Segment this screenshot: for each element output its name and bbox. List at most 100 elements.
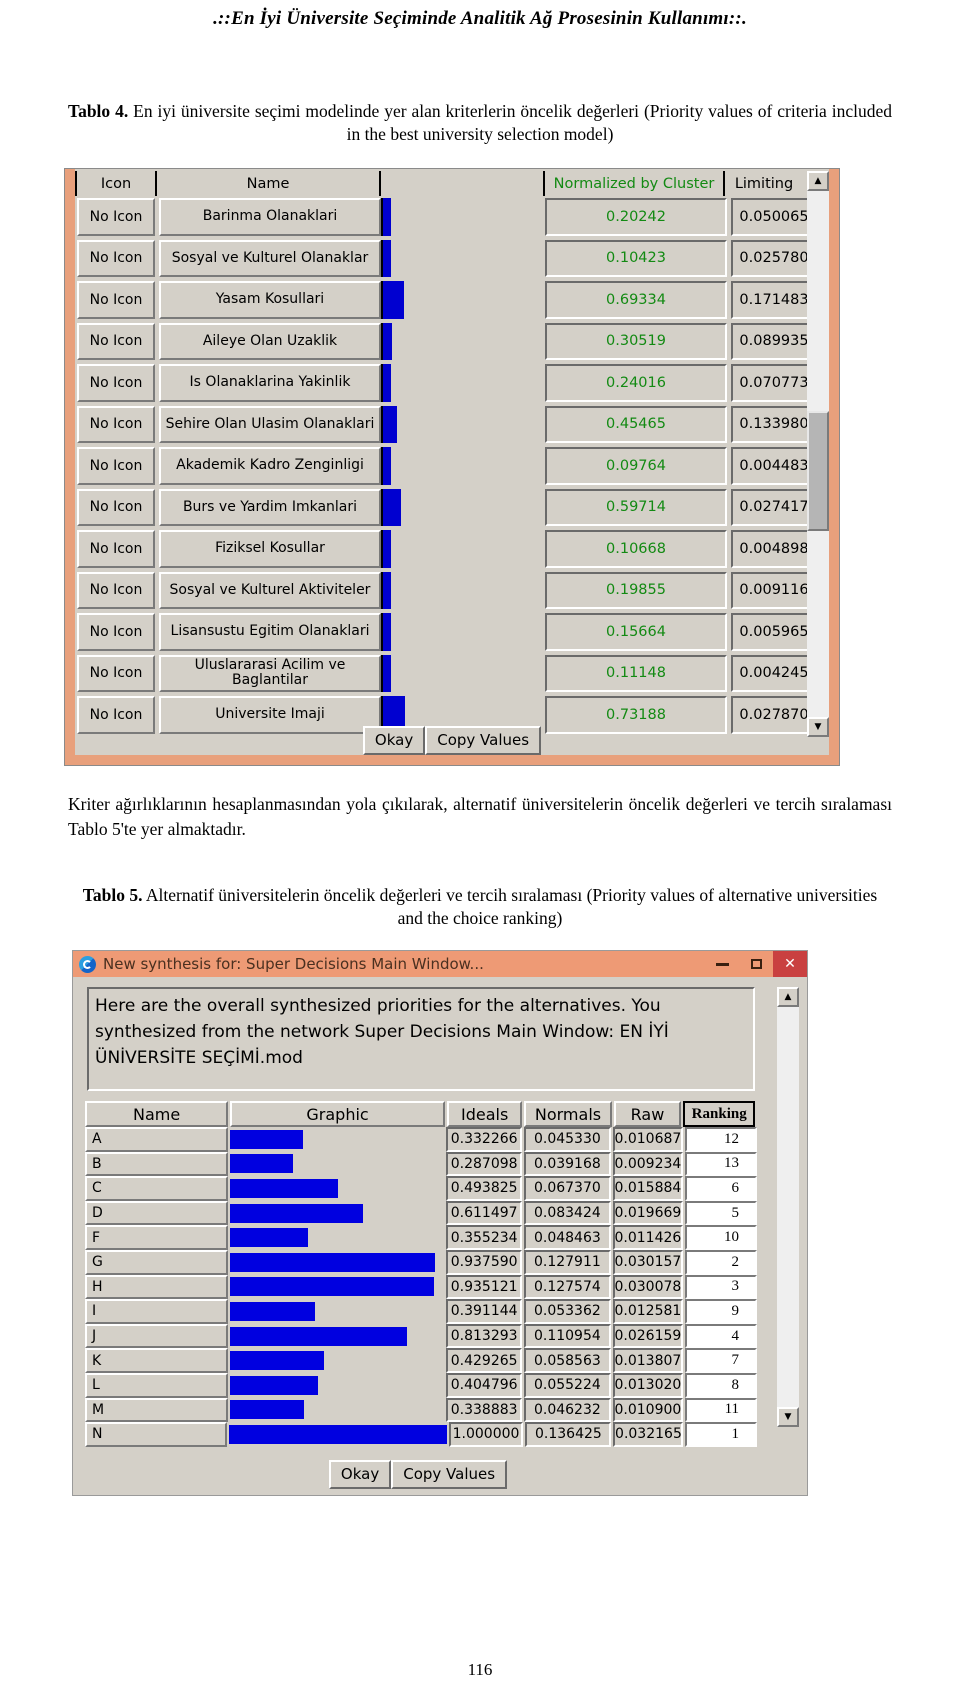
- cell-spacer: [413, 321, 545, 363]
- cell-criterion-name: Burs ve Yardim Imkanlari: [159, 488, 381, 526]
- cell-ideals: 0.935121: [446, 1274, 522, 1300]
- column-header-raw[interactable]: Raw: [613, 1101, 682, 1127]
- alternatives-table: Name Graphic Ideals Normals Raw Ranking …: [85, 1101, 758, 1447]
- close-button[interactable]: ✕: [773, 951, 807, 977]
- scroll-up-arrow-icon[interactable]: ▲: [777, 987, 799, 1007]
- synthesis-scrollbar[interactable]: ▲ ▼: [777, 987, 799, 1427]
- table-row[interactable]: L 0.404796 0.055224 0.013020 8: [85, 1372, 758, 1398]
- scroll-thumb[interactable]: [807, 411, 829, 531]
- column-header-limiting[interactable]: Limiting: [723, 171, 803, 196]
- cell-spacer: [413, 611, 545, 653]
- cell-bar-graphic: [230, 1176, 445, 1201]
- cell-bar-graphic: [381, 613, 413, 651]
- cell-icon: No Icon: [77, 281, 155, 319]
- cell-ranking: 3: [684, 1274, 758, 1300]
- column-header-normalized-by-cluster[interactable]: Normalized by Cluster: [543, 171, 723, 196]
- table-row[interactable]: No Icon Fiziksel Kosullar 0.10668 0.004898: [75, 528, 831, 570]
- column-header-name[interactable]: Name: [155, 171, 379, 196]
- okay-button[interactable]: Okay: [328, 1460, 392, 1489]
- cell-normalized-by-cluster: 0.69334: [545, 281, 727, 319]
- table-row[interactable]: D 0.611497 0.083424 0.019669 5: [85, 1200, 758, 1226]
- criteria-table-header: Icon Name Normalized by Cluster Limiting: [75, 171, 831, 196]
- column-header-normals[interactable]: Normals: [524, 1101, 612, 1127]
- table-row[interactable]: A 0.332266 0.045330 0.010687 12: [85, 1127, 758, 1152]
- table-row[interactable]: No Icon Aileye Olan Uzaklik 0.30519 0.08993…: [75, 321, 831, 363]
- cell-normals: 0.127911: [523, 1249, 611, 1275]
- cell-alternative-name: G: [85, 1249, 229, 1275]
- table-row[interactable]: No Icon Uluslararasi Acilim ve Baglantila…: [75, 653, 831, 695]
- cell-criterion-name: Aileye Olan Uzaklik: [159, 322, 381, 360]
- cell-criterion-name: Fiziksel Kosullar: [159, 530, 381, 568]
- column-header-name[interactable]: Name: [85, 1101, 229, 1127]
- table-row[interactable]: K 0.429265 0.058563 0.013807 7: [85, 1348, 758, 1373]
- column-header-ideals[interactable]: Ideals: [446, 1101, 523, 1127]
- cell-ranking: 7: [684, 1348, 758, 1373]
- cell-icon: No Icon: [77, 322, 155, 360]
- table-row[interactable]: No Icon Burs ve Yardim Imkanlari 0.59714 0.…: [75, 487, 831, 529]
- table5-caption: Tablo 5. Alternatif üniversitelerin önce…: [68, 884, 892, 930]
- table-row[interactable]: N 1.000000 0.136425 0.032165 1: [85, 1422, 757, 1447]
- cell-alternative-name: M: [85, 1397, 229, 1423]
- cell-bar-graphic: [230, 1397, 445, 1423]
- cell-alternative-name: H: [85, 1274, 229, 1300]
- priorities-scrollbar[interactable]: ▲ ▼: [807, 171, 829, 737]
- cell-normalized-by-cluster: 0.10423: [545, 239, 727, 277]
- table-row[interactable]: No Icon Sosyal ve Kulturel Olanaklar 0.104…: [75, 238, 831, 280]
- cell-criterion-name: Uluslararasi Acilim ve Baglantilar: [159, 654, 381, 692]
- cell-bar-graphic: [228, 1422, 447, 1447]
- table-row[interactable]: J 0.813293 0.110954 0.026159 4: [85, 1323, 758, 1349]
- table-row[interactable]: No Icon Akademik Kadro Zenginligi 0.09764 0…: [75, 445, 831, 487]
- bar-fill: [230, 1400, 305, 1420]
- minimize-button[interactable]: [705, 951, 739, 977]
- criteria-table: Icon Name Normalized by Cluster Limiting…: [75, 171, 831, 737]
- cell-bar-graphic: [381, 198, 413, 236]
- cell-raw: 0.019669: [612, 1200, 683, 1226]
- cell-limiting: 0.050065: [731, 198, 817, 236]
- cell-alternative-name: B: [85, 1151, 229, 1177]
- cell-spacer: [413, 487, 545, 529]
- cell-bar-graphic: [230, 1348, 445, 1373]
- table-row[interactable]: M 0.338883 0.046232 0.010900 11: [85, 1397, 758, 1423]
- table-row[interactable]: No Icon Sehire Olan Ulasim Olanaklari 0.45…: [75, 404, 831, 446]
- okay-button[interactable]: Okay: [362, 726, 426, 755]
- table-row[interactable]: No Icon Yasam Kosullari 0.69334 0.171483: [75, 279, 831, 321]
- table-row[interactable]: C 0.493825 0.067370 0.015884 6: [85, 1176, 758, 1201]
- bar-fill: [383, 198, 391, 236]
- table-row[interactable]: No Icon Barinma Olanaklari 0.20242 0.050065: [75, 196, 831, 238]
- column-header-icon[interactable]: Icon: [75, 171, 155, 196]
- cell-ranking: 8: [684, 1372, 758, 1398]
- scroll-up-arrow-icon[interactable]: ▲: [807, 171, 829, 191]
- table-row[interactable]: No Icon Lisansustu Egitim Olanaklari 0.156…: [75, 611, 831, 653]
- cell-normalized-by-cluster: 0.19855: [545, 571, 727, 609]
- scroll-track[interactable]: [777, 1007, 799, 1407]
- cell-limiting: 0.133980: [731, 405, 817, 443]
- column-header-graphic[interactable]: Graphic: [230, 1101, 445, 1127]
- copy-values-button[interactable]: Copy Values: [425, 726, 542, 755]
- table-row[interactable]: I 0.391144 0.053362 0.012581 9: [85, 1299, 758, 1324]
- cell-bar-graphic: [381, 364, 413, 402]
- alternatives-table-body: A 0.332266 0.045330 0.010687 12 B 0.287098 0.03…: [85, 1127, 758, 1447]
- table-row[interactable]: No Icon Sosyal ve Kulturel Aktiviteler 0.1…: [75, 570, 831, 612]
- cell-spacer: [413, 404, 545, 446]
- bar-fill: [230, 1203, 364, 1223]
- copy-values-button[interactable]: Copy Values: [391, 1460, 508, 1489]
- table-row[interactable]: H 0.935121 0.127574 0.030078 3: [85, 1274, 758, 1300]
- table-row[interactable]: G 0.937590 0.127911 0.030157 2: [85, 1249, 758, 1275]
- cell-ideals: 0.429265: [446, 1348, 522, 1373]
- maximize-button[interactable]: [739, 951, 773, 977]
- table-row[interactable]: F 0.355234 0.048463 0.011426 10: [85, 1225, 758, 1250]
- synthesis-window-titlebar[interactable]: New synthesis for: Super Decisions Main …: [73, 951, 807, 977]
- cell-spacer: [413, 570, 545, 612]
- cell-ranking: 9: [684, 1299, 758, 1324]
- synthesis-window: New synthesis for: Super Decisions Main …: [72, 950, 808, 1496]
- table-row[interactable]: B 0.287098 0.039168 0.009234 13: [85, 1151, 758, 1177]
- scroll-down-arrow-icon[interactable]: ▼: [777, 1407, 799, 1427]
- table-row[interactable]: No Icon Is Olanaklarina Yakinlik 0.24016 0.…: [75, 362, 831, 404]
- bar-fill: [230, 1375, 319, 1395]
- cell-raw: 0.032165: [613, 1422, 684, 1447]
- cell-bar-graphic: [381, 654, 413, 692]
- column-header-ranking[interactable]: Ranking: [683, 1101, 756, 1127]
- cell-ideals: 0.493825: [446, 1176, 522, 1201]
- cell-ranking: 12: [684, 1127, 758, 1152]
- cell-raw: 0.030078: [612, 1274, 683, 1300]
